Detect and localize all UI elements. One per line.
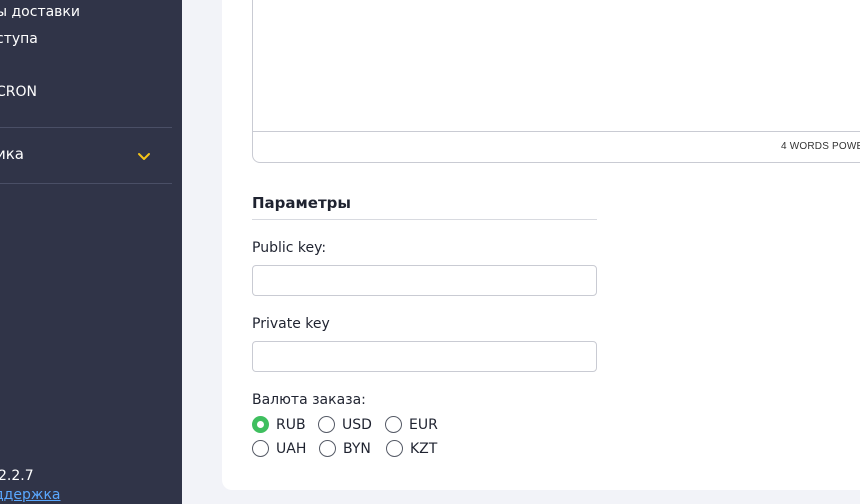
currency-radio-uah[interactable]: UAH — [252, 440, 306, 457]
sidebar-item-access[interactable]: ступа — [0, 31, 38, 47]
radio-unchecked-icon — [386, 440, 403, 457]
support-link[interactable]: ддержка — [0, 487, 61, 503]
currency-radio-byn[interactable]: BYN — [319, 440, 371, 457]
version-label: 2.2.7 — [0, 468, 34, 484]
editor-status-bar: 4 WORDS POWE — [253, 131, 860, 162]
sidebar-divider — [0, 127, 172, 128]
radio-unchecked-icon — [385, 416, 402, 433]
currency-radio-kzt[interactable]: KZT — [386, 440, 437, 457]
radio-unchecked-icon — [252, 440, 269, 457]
word-count: 4 WORDS POWE — [781, 141, 860, 152]
sidebar-divider — [0, 183, 172, 184]
public-key-label: Public key: — [252, 240, 327, 256]
section-divider — [252, 219, 597, 220]
currency-radio-usd[interactable]: USD — [318, 416, 372, 433]
chevron-down-icon[interactable] — [137, 150, 151, 164]
main-panel: 4 WORDS POWE Параметры Public key: Priva… — [222, 0, 860, 490]
currency-radio-rub[interactable]: RUB — [252, 416, 306, 433]
radio-unchecked-icon — [319, 440, 336, 457]
sidebar: ы доставки ступа CRON ика 2.2.7 ддержка — [0, 0, 182, 504]
private-key-input[interactable] — [252, 341, 597, 372]
rich-text-editor[interactable]: 4 WORDS POWE — [252, 0, 860, 163]
currency-label: Валюта заказа: — [252, 392, 366, 408]
currency-radio-eur[interactable]: EUR — [385, 416, 438, 433]
sidebar-item-cron[interactable]: CRON — [0, 84, 37, 100]
private-key-label: Private key — [252, 316, 330, 332]
public-key-input[interactable] — [252, 265, 597, 296]
radio-checked-icon — [252, 416, 269, 433]
sidebar-item-delivery[interactable]: ы доставки — [0, 4, 80, 20]
section-title: Параметры — [252, 194, 351, 212]
sidebar-item-section[interactable]: ика — [0, 145, 24, 163]
radio-unchecked-icon — [318, 416, 335, 433]
